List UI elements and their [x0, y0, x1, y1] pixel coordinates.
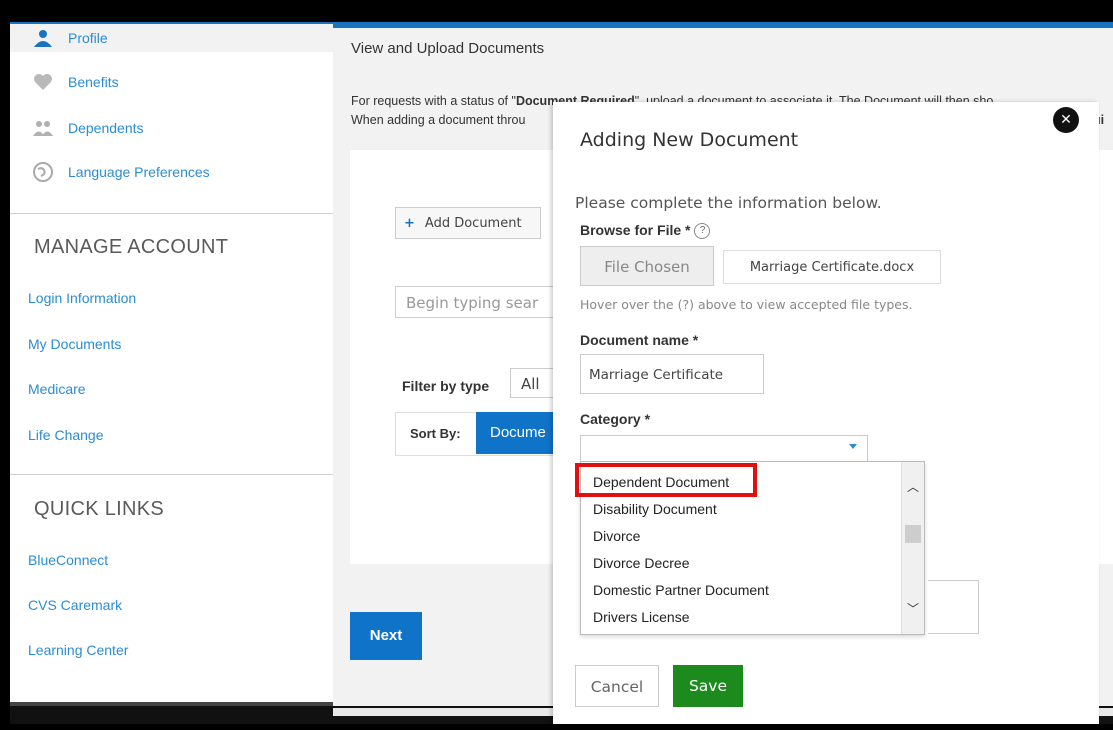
sort-label: Sort By: — [410, 426, 461, 441]
filter-label: Filter by type — [402, 378, 490, 394]
sidebar: Profile Benefits Dependents Language Pre… — [10, 24, 333, 708]
category-option-disability-document[interactable]: Disability Document — [593, 501, 717, 517]
cancel-button[interactable]: Cancel — [575, 665, 659, 707]
link-medicare[interactable]: Medicare — [28, 381, 86, 397]
modal-title: Adding New Document — [580, 129, 799, 151]
help-icon[interactable]: ? — [694, 223, 711, 240]
divider — [10, 213, 333, 214]
category-label: Category * — [580, 411, 651, 427]
document-name-input[interactable]: Marriage Certificate — [580, 354, 764, 394]
add-document-label: Add Document — [424, 215, 522, 231]
browse-file-label-text: Browse for File * — [580, 222, 691, 238]
category-option-divorce-decree[interactable]: Divorce Decree — [593, 555, 689, 571]
caret-down-icon — [849, 444, 857, 449]
save-button[interactable]: Save — [673, 665, 743, 707]
chevron-up-icon[interactable]: ︿ — [907, 478, 919, 495]
divider — [10, 474, 333, 475]
scrollbar-thumb[interactable] — [905, 525, 921, 543]
add-document-modal: Adding New Document ✕ Please complete th… — [553, 102, 1099, 724]
heart-icon — [32, 72, 54, 92]
category-option-domestic-partner-document[interactable]: Domestic Partner Document — [593, 582, 769, 598]
quick-links-heading: QUICK LINKS — [34, 498, 164, 520]
dropdown-scrollbar[interactable]: ︿ ﹀ — [901, 462, 924, 634]
browse-file-label: Browse for File *? — [580, 222, 711, 240]
sidebar-item-dependents[interactable]: Dependents — [10, 114, 333, 142]
description-line-2: When adding a document throu — [351, 113, 526, 127]
link-login-information[interactable]: Login Information — [28, 290, 136, 306]
link-blueconnect[interactable]: BlueConnect — [28, 552, 108, 568]
category-option-divorce[interactable]: Divorce — [593, 528, 640, 544]
file-type-hint: Hover over the (?) above to view accepte… — [580, 297, 913, 312]
category-select[interactable] — [580, 435, 868, 461]
sidebar-item-label: Benefits — [68, 74, 119, 90]
chosen-file-name: Marriage Certificate.docx — [723, 250, 941, 284]
manage-account-heading: MANAGE ACCOUNT — [34, 236, 229, 258]
next-button[interactable]: Next — [350, 612, 422, 660]
sidebar-item-label: Language Preferences — [68, 164, 210, 180]
category-option-drivers-license[interactable]: Drivers License — [593, 609, 689, 625]
globe-icon — [32, 162, 54, 182]
link-life-change[interactable]: Life Change — [28, 427, 104, 443]
page-title: View and Upload Documents — [351, 40, 545, 57]
close-icon[interactable]: ✕ — [1053, 107, 1079, 133]
sidebar-item-language-preferences[interactable]: Language Preferences — [10, 158, 333, 186]
link-learning-center[interactable]: Learning Center — [28, 642, 128, 658]
people-icon — [32, 118, 54, 138]
link-cvs-caremark[interactable]: CVS Caremark — [28, 597, 122, 613]
sidebar-item-label: Profile — [68, 30, 108, 46]
plus-icon: + — [404, 215, 415, 231]
add-document-button[interactable]: + Add Document — [395, 207, 541, 239]
chevron-down-icon[interactable]: ﹀ — [907, 600, 919, 617]
highlight-box — [575, 463, 757, 497]
obscured-field — [928, 580, 979, 634]
document-name-label: Document name * — [580, 332, 699, 348]
profile-icon — [32, 28, 54, 48]
modal-instructions: Please complete the information below. — [575, 194, 882, 212]
link-my-documents[interactable]: My Documents — [28, 336, 121, 352]
browser-frame: Profile Benefits Dependents Language Pre… — [10, 22, 1113, 724]
sidebar-item-benefits[interactable]: Benefits — [10, 68, 333, 96]
file-chosen-button[interactable]: File Chosen — [580, 246, 714, 286]
sidebar-item-label: Dependents — [68, 120, 144, 136]
sidebar-item-profile[interactable]: Profile — [10, 24, 333, 52]
